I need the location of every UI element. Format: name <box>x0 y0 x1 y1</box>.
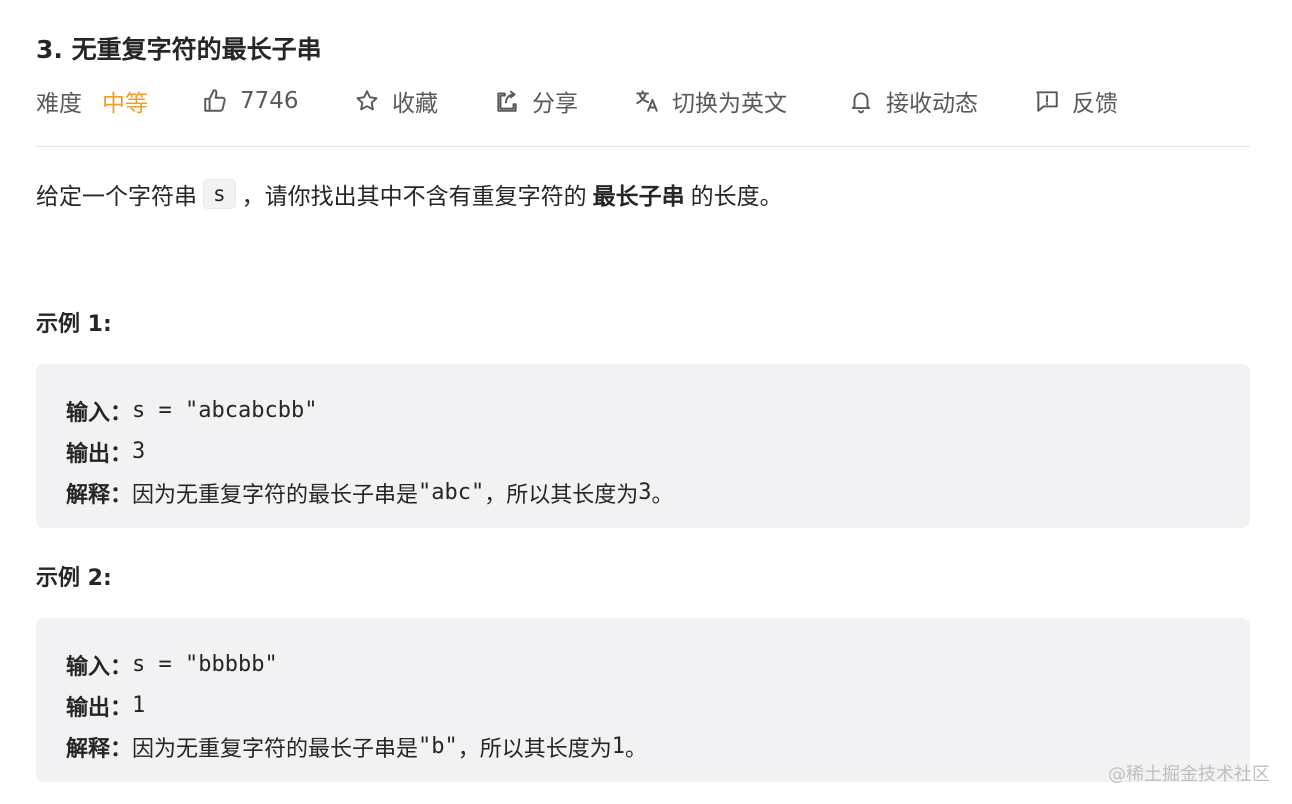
example-2-title: 示例 2: <box>36 566 112 591</box>
example-2-block: 输入： s = "bbbbb" 输出： 1 解释： 因为无重复字符的最长子串是 … <box>36 618 1250 782</box>
favorite-label: 收藏 <box>392 91 438 117</box>
explain-label: 解释： <box>66 736 133 762</box>
output-label: 输出： <box>66 441 133 467</box>
problem-title: 3. 无重复字符的最长子串 <box>36 35 322 64</box>
translate-label: 切换为英文 <box>672 91 787 117</box>
example-1-explanation: 解释： 因为无重复字符的最长子串是 "abc" ，所以其长度为 3 。 <box>66 472 1220 513</box>
explain-number: 3 <box>638 480 652 505</box>
difficulty-value: 中等 <box>102 91 148 117</box>
description-bold: 最长子串 <box>592 184 685 210</box>
favorite-button[interactable]: 收藏 <box>354 84 438 118</box>
explain-text: 因为无重复字符的最长子串是 <box>132 736 419 762</box>
share-label: 分享 <box>532 91 578 117</box>
explain-number: 1 <box>611 734 626 759</box>
feedback-label: 反馈 <box>1072 91 1118 117</box>
example-1-input: 输入： s = "abcabcbb" <box>66 390 1220 431</box>
output-value: 3 <box>132 439 146 464</box>
explain-tail: ，所以其长度为 <box>457 736 612 762</box>
share-icon <box>497 90 517 112</box>
explain-end: 。 <box>625 736 648 762</box>
problem-toolbar: 难度 中等 7746 收藏 分享 切换为英文 接收动态 反馈 <box>36 84 1250 118</box>
likes-count: 7746 <box>240 88 299 114</box>
explain-text: 因为无重复字符的最长子串是 <box>132 482 419 508</box>
example-2-output: 输出： 1 <box>66 685 1220 726</box>
difficulty: 难度 中等 <box>36 84 148 118</box>
watermark: @稀土掘金技术社区 <box>1108 764 1270 785</box>
description-text-before: 给定一个字符串 <box>36 184 197 210</box>
example-1-block: 输入： s = "abcabcbb" 输出： 3 解释： 因为无重复字符的最长子… <box>36 364 1250 528</box>
divider <box>36 146 1250 147</box>
star-icon <box>356 90 378 111</box>
example-1-title: 示例 1: <box>36 312 112 337</box>
input-label: 输入： <box>66 400 133 426</box>
inline-code: s <box>203 179 236 209</box>
description-text-after: 的长度。 <box>690 184 783 210</box>
example-2-explanation: 解释： 因为无重复字符的最长子串是 "b" ，所以其长度为 1 。 <box>66 726 1220 767</box>
input-label: 输入： <box>66 654 133 680</box>
description-text-middle: ，请你找出其中不含有重复字符的 <box>241 184 587 210</box>
output-value: 1 <box>132 693 146 718</box>
subscribe-label: 接收动态 <box>886 91 978 117</box>
input-value: s = "bbbbb" <box>132 652 278 677</box>
like-button[interactable]: 7746 <box>202 84 299 118</box>
translate-button[interactable]: 切换为英文 <box>634 84 787 118</box>
explain-tail: ，所以其长度为 <box>484 482 639 508</box>
explain-code: "abc" <box>418 480 485 505</box>
subscribe-button[interactable]: 接收动态 <box>848 84 978 118</box>
explain-code: "b" <box>418 734 458 759</box>
share-button[interactable]: 分享 <box>494 84 578 118</box>
example-1-output: 输出： 3 <box>66 431 1220 472</box>
explain-end: 。 <box>651 482 674 508</box>
explain-label: 解释： <box>66 482 133 508</box>
input-value: s = "abcabcbb" <box>132 398 318 423</box>
translate-icon <box>636 90 658 112</box>
bell-icon <box>851 92 871 114</box>
example-2-input: 输入： s = "bbbbb" <box>66 644 1220 685</box>
feedback-button[interactable]: 反馈 <box>1034 84 1118 118</box>
output-label: 输出： <box>66 695 133 721</box>
thumbs-up-icon <box>204 89 226 112</box>
feedback-icon <box>1036 91 1058 112</box>
difficulty-label: 难度 <box>36 91 82 117</box>
problem-description: 给定一个字符串 s ，请你找出其中不含有重复字符的 最长子串 的长度。 <box>36 174 783 214</box>
